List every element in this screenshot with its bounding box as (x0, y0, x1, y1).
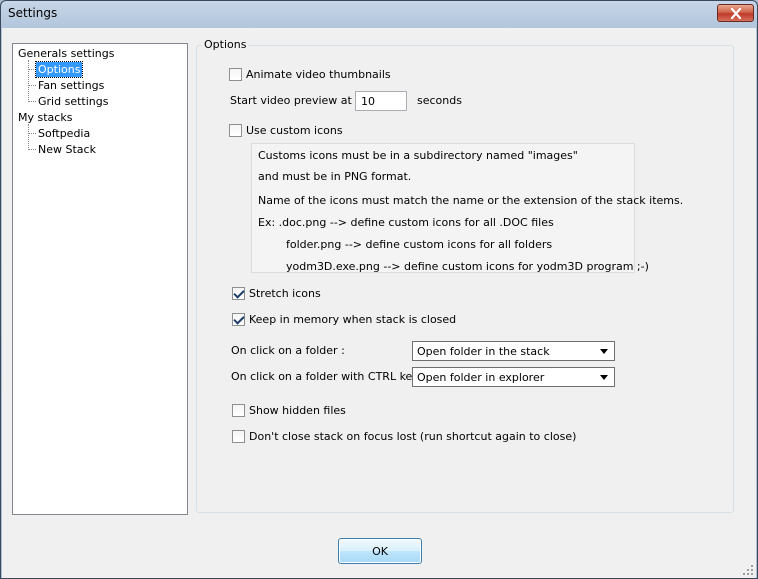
click-folder-ctrl-select[interactable]: Open folder in explorer (412, 367, 615, 387)
tree-line (28, 124, 29, 150)
click-folder-value: Open folder in the stack (417, 344, 550, 358)
stretch-icons-row[interactable]: Stretch icons (232, 285, 321, 301)
tree-item-my-stacks[interactable]: My stacks (16, 110, 74, 125)
info-line: and must be in PNG format. (258, 170, 412, 183)
info-line: Name of the icons must match the name or… (258, 194, 684, 207)
close-button[interactable] (717, 4, 754, 22)
custom-icons-info-box: Customs icons must be in a subdirectory … (251, 143, 683, 273)
custom-icons-row[interactable]: Use custom icons (229, 122, 343, 138)
animate-thumbnails-row[interactable]: Animate video thumbnails (229, 66, 391, 82)
tree-line (28, 60, 29, 102)
dont-close-row[interactable]: Don't close stack on focus lost (run sho… (232, 428, 576, 444)
click-folder-ctrl-label: On click on a folder with CTRL key: (231, 370, 422, 383)
click-folder-label: On click on a folder : (231, 344, 345, 357)
info-line: Ex: .doc.png --> define custom icons for… (258, 216, 554, 229)
show-hidden-checkbox[interactable] (232, 403, 245, 417)
info-line: Customs icons must be in a subdirectory … (258, 149, 578, 162)
keep-in-memory-label: Keep in memory when stack is closed (249, 312, 457, 326)
preview-delay-unit: seconds (417, 94, 462, 107)
preview-delay-label: Start video preview at (230, 94, 352, 107)
animate-thumbnails-checkbox[interactable] (229, 67, 242, 81)
tree-line (28, 149, 36, 150)
tree-item-softpedia[interactable]: Softpedia (36, 126, 92, 141)
tree-line (28, 85, 36, 86)
keep-in-memory-row[interactable]: Keep in memory when stack is closed (232, 311, 456, 327)
show-hidden-row[interactable]: Show hidden files (232, 402, 346, 418)
info-line: yodm3D.exe.png --> define custom icons f… (286, 260, 649, 273)
window-title: Settings (8, 6, 58, 20)
ok-button[interactable]: OK (338, 538, 422, 564)
chevron-down-icon (600, 374, 608, 380)
tree-line (28, 133, 36, 134)
settings-tree[interactable]: Generals settings Options Fan settings G… (12, 43, 188, 515)
dialog-client-area: Generals settings Options Fan settings G… (2, 28, 756, 578)
tree-item-grid-settings[interactable]: Grid settings (36, 94, 110, 109)
chevron-down-icon (600, 348, 608, 354)
show-hidden-label: Show hidden files (249, 403, 346, 417)
click-folder-ctrl-value: Open folder in explorer (417, 370, 545, 384)
settings-window: Settings Generals settings Options Fan s… (0, 0, 758, 579)
animate-thumbnails-label: Animate video thumbnails (246, 67, 391, 81)
tree-line (28, 101, 36, 102)
tree-item-new-stack[interactable]: New Stack (36, 142, 98, 157)
options-panel: Options Animate video thumbnails Start v… (195, 37, 736, 515)
options-group-title: Options (202, 38, 249, 51)
tree-item-fan-settings[interactable]: Fan settings (36, 78, 106, 93)
keep-in-memory-checkbox[interactable] (232, 312, 245, 326)
tree-item-options[interactable]: Options (34, 61, 84, 78)
tree-line (28, 69, 36, 70)
title-bar[interactable]: Settings (1, 1, 757, 27)
close-icon (730, 7, 741, 19)
dont-close-label: Don't close stack on focus lost (run sho… (249, 429, 577, 443)
stretch-icons-checkbox[interactable] (232, 286, 245, 300)
tree-item-generals-settings[interactable]: Generals settings (16, 46, 116, 61)
info-line: folder.png --> define custom icons for a… (286, 238, 553, 251)
custom-icons-label: Use custom icons (246, 123, 343, 137)
custom-icons-checkbox[interactable] (229, 123, 242, 137)
resize-grip-icon[interactable] (742, 564, 754, 576)
click-folder-select[interactable]: Open folder in the stack (412, 341, 615, 361)
preview-delay-input[interactable] (355, 91, 407, 111)
dont-close-checkbox[interactable] (232, 429, 245, 443)
stretch-icons-label: Stretch icons (249, 286, 321, 300)
